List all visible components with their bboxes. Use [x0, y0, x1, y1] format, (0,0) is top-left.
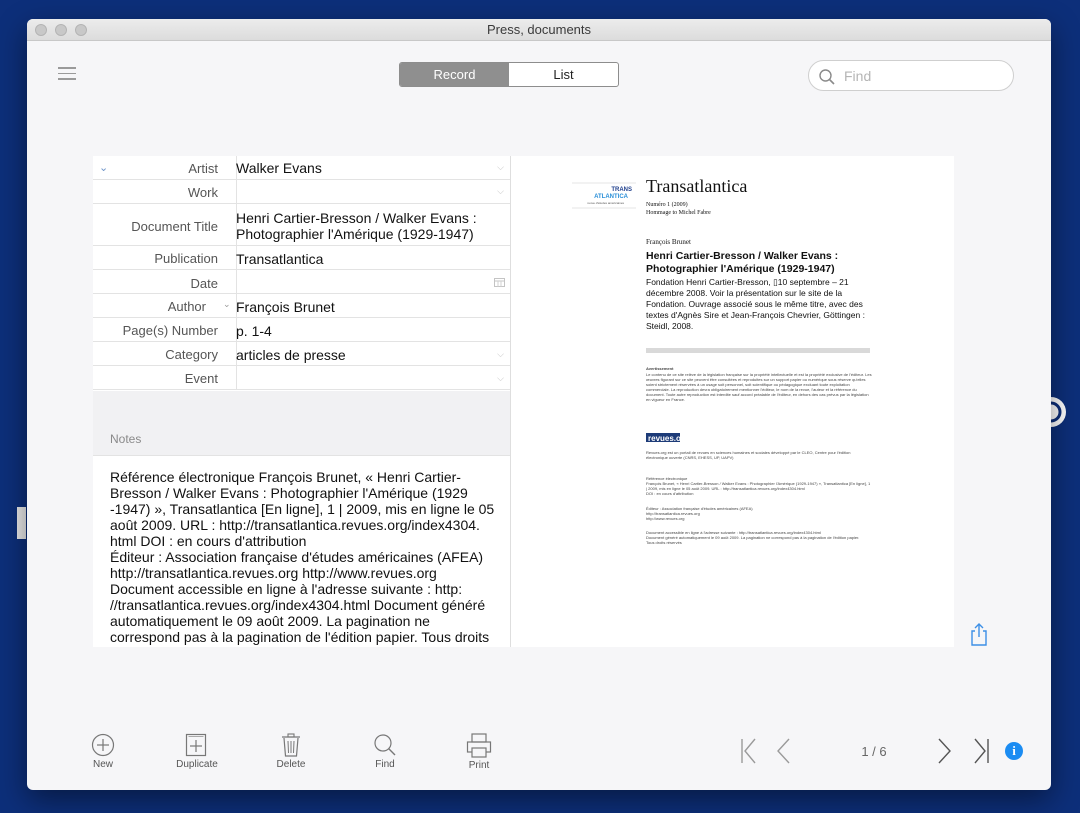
search-input[interactable]	[842, 67, 1002, 85]
field-author[interactable]: Author ⌄ François Brunet	[93, 294, 510, 318]
logo-line-3: revue d'études américaines	[587, 201, 624, 205]
doc-warning-text: Le contenu de ce site relève de la légis…	[646, 372, 872, 402]
hamburger-icon[interactable]	[58, 67, 76, 81]
doc-author: François Brunet	[646, 238, 691, 246]
previous-page-icon[interactable]	[776, 738, 790, 764]
doc-document-text: Document accessible en ligne à l'adresse…	[646, 530, 860, 545]
field-publication[interactable]: Publication Transatlantica	[93, 246, 510, 270]
title-bar: Press, documents	[27, 19, 1051, 41]
share-icon[interactable]	[969, 622, 989, 646]
record-view-button[interactable]: Record	[400, 63, 509, 86]
logo-line-2: ATLANTICA	[594, 194, 629, 200]
transatlantica-logo: TRANS ATLANTICA revue d'études américain…	[572, 182, 636, 209]
author-menu-chevron-icon[interactable]: ⌄	[223, 299, 231, 310]
field-label: Artist	[188, 161, 218, 176]
find-label: Find	[375, 759, 395, 770]
field-value[interactable]: François Brunet	[236, 299, 506, 315]
record-form: ⌄ Artist Walker Evans ⌵ Work ⌵ Document …	[93, 156, 510, 391]
doc-journal-title: Transatlantica	[646, 176, 748, 196]
new-label: New	[92, 759, 113, 770]
new-button[interactable]: New	[87, 733, 119, 770]
search-field[interactable]	[808, 60, 1014, 91]
printer-icon	[466, 733, 492, 758]
field-value[interactable]: Henri Cartier-Bresson / Walker Evans : P…	[236, 210, 506, 242]
revues-logo: revues.org	[646, 433, 689, 443]
delete-label: Delete	[276, 759, 306, 770]
background-window-edge	[17, 507, 26, 539]
doc-article-title: Henri Cartier-Bresson / Walker Evans : P…	[646, 250, 839, 275]
first-page-icon[interactable]	[740, 738, 758, 764]
field-date[interactable]: Date	[93, 270, 510, 294]
field-label: Category	[165, 347, 218, 362]
dropdown-arrow-icon[interactable]: ⌵	[497, 162, 504, 173]
notes-header: Notes	[93, 391, 510, 455]
doc-revues-text: Revues.org est un portail de revues en s…	[646, 450, 851, 460]
dropdown-arrow-icon[interactable]: ⌵	[497, 349, 504, 360]
plus-circle-icon	[91, 733, 115, 757]
find-button[interactable]: Find	[368, 733, 402, 770]
doc-issue: Numéro 1 (2009) Hommage to Michel Fabre	[646, 201, 711, 217]
delete-button[interactable]: Delete	[272, 733, 310, 770]
notes-label: Notes	[110, 432, 142, 446]
background-app-badge-icon	[1051, 397, 1066, 427]
field-label: Document Title	[131, 219, 218, 234]
window-title: Press, documents	[486, 22, 592, 37]
logo-line-1: TRANS	[611, 187, 632, 193]
dropdown-arrow-icon[interactable]: ⌵	[497, 186, 504, 197]
notes-text-area[interactable]: Référence électronique François Brunet, …	[93, 455, 510, 647]
page-indicator: 1 / 6	[861, 744, 887, 759]
field-label: Work	[187, 185, 218, 200]
field-artist[interactable]: ⌄ Artist Walker Evans ⌵	[93, 156, 510, 180]
field-value[interactable]: p. 1-4	[236, 323, 506, 339]
magnifier-icon	[819, 69, 835, 85]
duplicate-icon	[185, 733, 207, 757]
dropdown-arrow-icon[interactable]: ⌵	[497, 373, 504, 384]
field-label: Author	[167, 299, 206, 314]
duplicate-label: Duplicate	[176, 759, 218, 770]
field-value[interactable]: Walker Evans	[236, 160, 506, 176]
print-label: Print	[468, 760, 490, 771]
app-window: Press, documents Record List ⌄ Artist Wa…	[27, 19, 1051, 790]
field-label: Publication	[154, 251, 218, 266]
notes-text[interactable]: Référence électronique François Brunet, …	[110, 469, 500, 645]
field-category[interactable]: Category articles de presse ⌵	[93, 342, 510, 366]
view-switch: Record List	[399, 62, 619, 87]
doc-article-description: Fondation Henri Cartier-Bresson, ▯10 sep…	[646, 277, 865, 331]
trash-icon	[282, 733, 300, 757]
doc-issue-number: Numéro 1 (2009)	[646, 202, 688, 208]
magnifier-icon	[374, 734, 396, 756]
field-label: Event	[184, 371, 218, 386]
field-value[interactable]: articles de presse	[236, 347, 506, 363]
revues-logo-text: revues.org	[648, 434, 689, 443]
doc-divider-bar	[646, 348, 870, 353]
doc-homage: Hommage to Michel Fabre	[646, 210, 711, 216]
list-view-button[interactable]: List	[509, 63, 618, 86]
last-page-icon[interactable]	[972, 738, 990, 764]
field-value[interactable]: Transatlantica	[236, 251, 506, 267]
info-icon[interactable]: i	[1005, 742, 1023, 760]
field-label: Date	[190, 276, 218, 291]
field-pages[interactable]: Page(s) Number p. 1-4	[93, 318, 510, 342]
field-document-title[interactable]: Document Title Henri Cartier-Bresson / W…	[93, 204, 510, 246]
doc-warning-title: Avertissement	[646, 366, 674, 371]
doc-reference-text: Référence électronique François Brunet, …	[646, 476, 871, 496]
document-preview[interactable]: TRANS ATLANTICA revue d'études américain…	[510, 156, 954, 647]
next-page-icon[interactable]	[938, 738, 952, 764]
doc-editor-text: Éditeur : Association française d'études…	[646, 506, 753, 521]
print-button[interactable]: Print	[464, 733, 494, 771]
calendar-icon[interactable]	[494, 278, 505, 287]
field-label: Page(s) Number	[122, 323, 218, 338]
field-work[interactable]: Work ⌵	[93, 180, 510, 204]
field-event[interactable]: Event ⌵	[93, 366, 510, 390]
duplicate-button[interactable]: Duplicate	[171, 733, 223, 770]
